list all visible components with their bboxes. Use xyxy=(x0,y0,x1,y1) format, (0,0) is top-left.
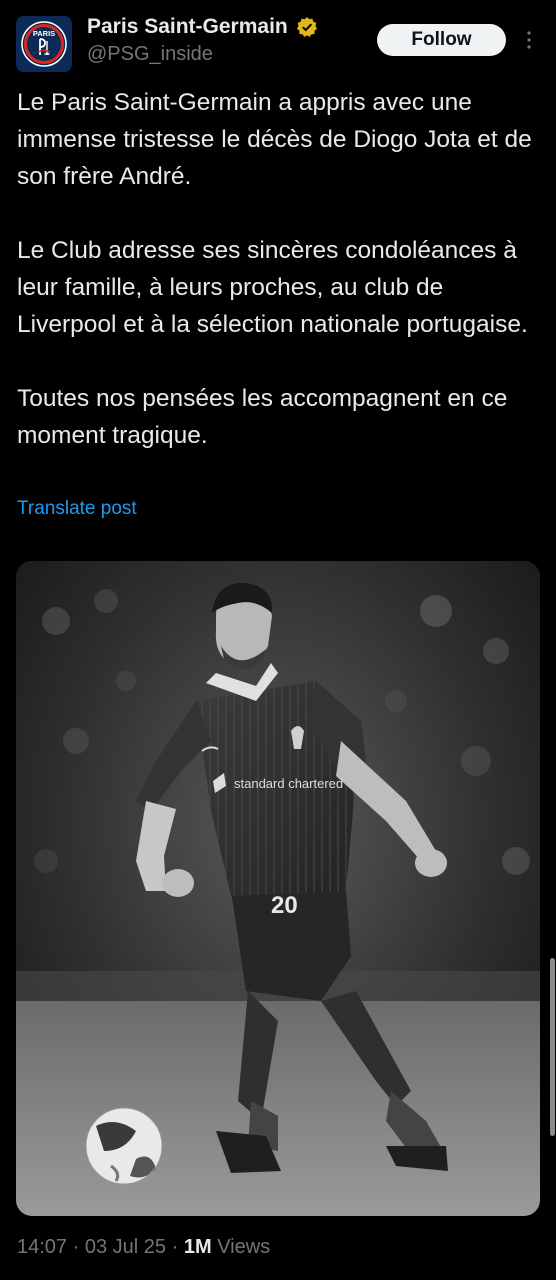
avatar[interactable]: PARIS xyxy=(16,16,72,72)
handle[interactable]: @PSG_inside xyxy=(87,43,318,66)
post-header: PARIS Paris Saint-Germain @PSG_inside Fo… xyxy=(0,0,556,90)
shorts-number: 20 xyxy=(271,892,298,919)
post-image[interactable]: 20 standard chartered xyxy=(16,561,540,1216)
scrollbar[interactable] xyxy=(550,958,555,1136)
football xyxy=(85,1107,163,1185)
psg-logo-icon: PARIS xyxy=(16,16,72,72)
verified-badge-icon xyxy=(297,17,318,37)
meta-separator: · xyxy=(72,1236,80,1258)
post-metadata: 14:07 · 03 Jul 25 · 1M Views xyxy=(17,1236,270,1259)
display-name[interactable]: Paris Saint-Germain xyxy=(87,15,288,39)
post-date[interactable]: 03 Jul 25 xyxy=(85,1236,166,1258)
more-options-icon[interactable] xyxy=(522,28,536,52)
follow-button[interactable]: Follow xyxy=(377,24,506,56)
player-photo: 20 standard chartered xyxy=(16,561,540,1216)
views-count[interactable]: 1M xyxy=(184,1236,212,1258)
views-label[interactable]: Views xyxy=(217,1236,270,1258)
post-time[interactable]: 14:07 xyxy=(17,1236,67,1258)
avatar-text: PARIS xyxy=(33,29,55,38)
author-info[interactable]: Paris Saint-Germain @PSG_inside xyxy=(87,15,318,66)
shirt-sponsor: standard chartered xyxy=(234,776,343,791)
post-text: Le Paris Saint-Germain a appris avec une… xyxy=(17,89,532,449)
meta-separator: · xyxy=(171,1236,179,1258)
translate-post-link[interactable]: Translate post xyxy=(17,498,137,520)
